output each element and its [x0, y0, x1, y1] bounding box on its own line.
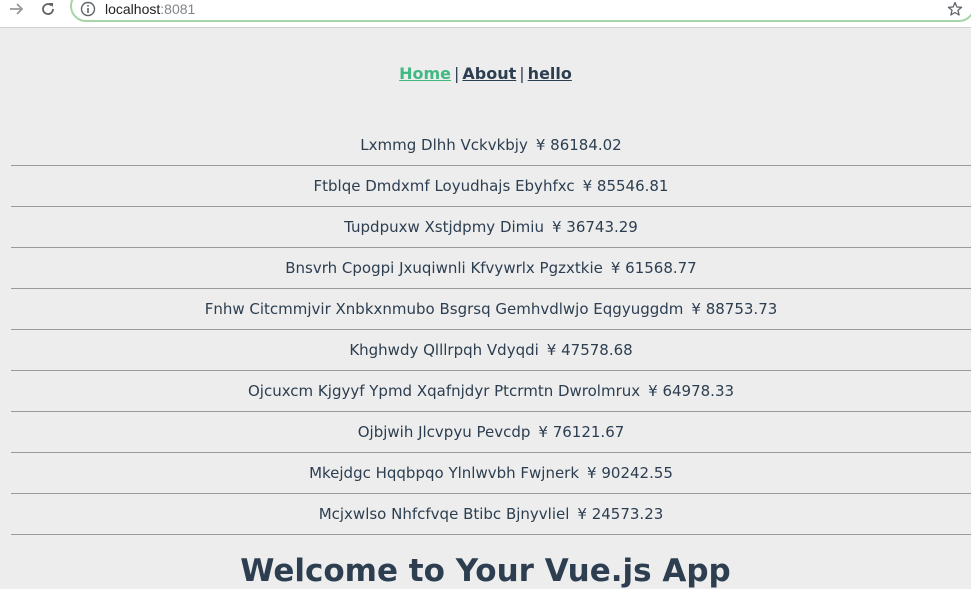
- nav-separator: |: [519, 64, 525, 83]
- url-host: localhost: [105, 1, 161, 17]
- product-name: Fnhw Citcmmjvir Xnbkxnmubo Bsgrsq Gemhvd…: [204, 300, 684, 318]
- nav-link-hello[interactable]: hello: [528, 64, 572, 83]
- product-price: ¥ 61568.77: [610, 259, 697, 277]
- list-item: Mkejdgc Hqqbpqo Ylnlwvbh Fwjnerk ¥ 90242…: [11, 453, 971, 494]
- list-item: Khghwdy Qlllrpqh Vdyqdi ¥ 47578.68: [11, 330, 971, 371]
- nav-link-about[interactable]: About: [462, 64, 516, 83]
- info-icon[interactable]: [80, 1, 96, 17]
- list-item: Lxmmg Dlhh Vckvkbjy ¥ 86184.02: [11, 125, 971, 166]
- product-name: Bnsvrh Cpogpi Jxuqiwnli Kfvywrlx Pgzxtki…: [285, 259, 603, 277]
- product-price: ¥ 24573.23: [577, 505, 664, 523]
- product-name: Mkejdgc Hqqbpqo Ylnlwvbh Fwjnerk: [309, 464, 580, 482]
- list-item: Fnhw Citcmmjvir Xnbkxnmubo Bsgrsq Gemhvd…: [11, 289, 971, 330]
- list-item: Tupdpuxw Xstjdpmy Dimiu ¥ 36743.29: [11, 207, 971, 248]
- product-price: ¥ 86184.02: [535, 136, 622, 154]
- product-price: ¥ 36743.29: [551, 218, 638, 236]
- list-item: Mcjxwlso Nhfcfvqe Btibc Bjnyvliel ¥ 2457…: [11, 494, 971, 535]
- app-nav: Home | About | hello: [0, 64, 971, 83]
- product-name: Khghwdy Qlllrpqh Vdyqdi: [349, 341, 539, 359]
- url-text[interactable]: localhost:8081: [105, 0, 195, 18]
- arrow-right-icon[interactable]: [6, 0, 28, 18]
- product-list: Lxmmg Dlhh Vckvkbjy ¥ 86184.02 Ftblqe Dm…: [11, 125, 971, 535]
- product-name: Lxmmg Dlhh Vckvkbjy: [360, 136, 528, 154]
- list-item: Ftblqe Dmdxmf Loyudhajs Ebyhfxc ¥ 85546.…: [11, 166, 971, 207]
- nav-link-home[interactable]: Home: [399, 64, 451, 83]
- star-icon[interactable]: [944, 0, 966, 18]
- product-price: ¥ 76121.67: [538, 423, 625, 441]
- nav-separator: |: [454, 64, 460, 83]
- product-price: ¥ 64978.33: [648, 382, 735, 400]
- address-bar[interactable]: [70, 0, 971, 22]
- product-name: Tupdpuxw Xstjdpmy Dimiu: [344, 218, 544, 236]
- product-price: ¥ 88753.73: [691, 300, 778, 318]
- product-name: Mcjxwlso Nhfcfvqe Btibc Bjnyvliel: [318, 505, 570, 523]
- list-item: Bnsvrh Cpogpi Jxuqiwnli Kfvywrlx Pgzxtki…: [11, 248, 971, 289]
- browser-toolbar: localhost:8081: [0, 0, 971, 28]
- product-price: ¥ 90242.55: [587, 464, 673, 482]
- product-price: ¥ 85546.81: [582, 177, 669, 195]
- url-port: :8081: [160, 1, 196, 17]
- product-name: Ojcuxcm Kjgyyf Ypmd Xqafnjdyr Ptcrmtn Dw…: [247, 382, 641, 400]
- reload-icon[interactable]: [37, 0, 59, 18]
- list-item: Ojcuxcm Kjgyyf Ypmd Xqafnjdyr Ptcrmtn Dw…: [11, 371, 971, 412]
- product-name: Ojbjwih Jlcvpyu Pevcdp: [357, 423, 531, 441]
- list-item: Ojbjwih Jlcvpyu Pevcdp ¥ 76121.67: [11, 412, 971, 453]
- welcome-heading: Welcome to Your Vue.js App: [240, 553, 731, 589]
- product-name: Ftblqe Dmdxmf Loyudhajs Ebyhfxc: [313, 177, 575, 195]
- product-price: ¥ 47578.68: [546, 341, 633, 359]
